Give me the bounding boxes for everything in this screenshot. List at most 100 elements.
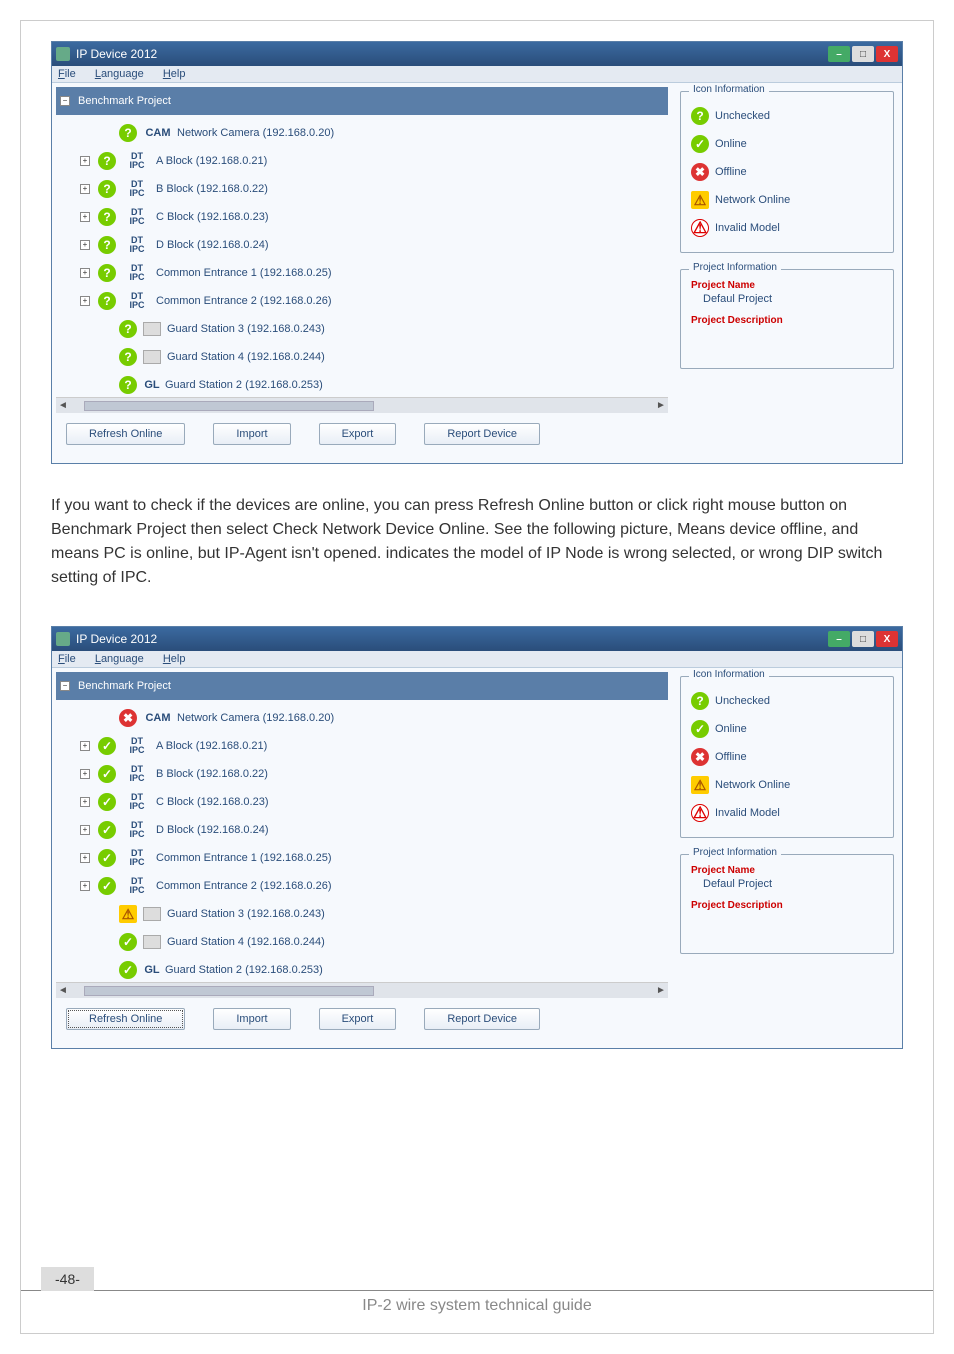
expand-icon[interactable]: + [80, 240, 90, 250]
expand-icon[interactable]: + [80, 296, 90, 306]
legend-label: Invalid Model [715, 222, 780, 234]
network-online-icon: ⚠ [691, 191, 709, 209]
import-button[interactable]: Import [213, 1008, 290, 1030]
tree-row[interactable]: +?DTIPCA Block (192.168.0.21) [56, 147, 668, 175]
expand-icon[interactable]: + [80, 769, 90, 779]
tree-row[interactable]: ?Guard Station 3 (192.168.0.243) [56, 315, 668, 343]
tree-row[interactable]: +✓DTIPCB Block (192.168.0.22) [56, 760, 668, 788]
device-type-badge: DTIPC [122, 236, 152, 254]
titlebar[interactable]: IP Device 2012 – □ X [52, 42, 902, 66]
status-icon: ✓ [119, 961, 137, 979]
status-icon: ✖ [119, 709, 137, 727]
device-type-badge: DTIPC [122, 152, 152, 170]
refresh-online-button[interactable]: Refresh Online [66, 423, 185, 445]
expand-icon[interactable]: + [80, 853, 90, 863]
device-label: Network Camera (192.168.0.20) [177, 712, 334, 724]
expand-icon[interactable]: + [80, 741, 90, 751]
horizontal-scrollbar[interactable]: ◄ ► [56, 982, 668, 998]
status-icon: ⚠ [119, 905, 137, 923]
offline-icon: ✖ [691, 748, 709, 766]
expand-icon[interactable]: + [80, 212, 90, 222]
legend-label: Offline [715, 751, 747, 763]
tree-root[interactable]: − Benchmark Project [56, 87, 668, 115]
device-type-badge: DTIPC [122, 821, 152, 839]
report-device-button[interactable]: Report Device [424, 423, 540, 445]
status-icon: ? [119, 376, 137, 394]
menu-help[interactable]: Help [163, 653, 186, 665]
tree-row[interactable]: ⚠Guard Station 3 (192.168.0.243) [56, 900, 668, 928]
menu-file[interactable]: File [58, 653, 76, 665]
tree-row[interactable]: +?DTIPCCommon Entrance 2 (192.168.0.26) [56, 287, 668, 315]
scroll-thumb[interactable] [84, 401, 374, 411]
maximize-button[interactable]: □ [852, 631, 874, 647]
tree-row[interactable]: +✓DTIPCA Block (192.168.0.21) [56, 732, 668, 760]
legend-online: ✓ Online [691, 130, 883, 158]
scroll-right-arrow[interactable]: ► [654, 985, 668, 996]
status-icon: ? [98, 292, 116, 310]
device-label: Common Entrance 1 (192.168.0.25) [156, 852, 332, 864]
tree-row[interactable]: ✖CAMNetwork Camera (192.168.0.20) [56, 704, 668, 732]
scroll-right-arrow[interactable]: ► [654, 400, 668, 411]
tree-row[interactable]: +?DTIPCD Block (192.168.0.24) [56, 231, 668, 259]
expand-icon[interactable]: + [80, 797, 90, 807]
tree-row[interactable]: +✓DTIPCCommon Entrance 2 (192.168.0.26) [56, 872, 668, 900]
minimize-button[interactable]: – [828, 631, 850, 647]
legend-label: Online [715, 723, 747, 735]
tree-row[interactable]: ✓Guard Station 4 (192.168.0.244) [56, 928, 668, 956]
tree-row[interactable]: +?DTIPCB Block (192.168.0.22) [56, 175, 668, 203]
device-label: B Block (192.168.0.22) [156, 768, 268, 780]
project-info-title: Project Information [689, 847, 781, 858]
scroll-left-arrow[interactable]: ◄ [56, 400, 70, 411]
expand-icon[interactable]: + [80, 184, 90, 194]
tree-row[interactable]: +✓DTIPCCommon Entrance 1 (192.168.0.25) [56, 844, 668, 872]
tree-row[interactable]: ?Guard Station 4 (192.168.0.244) [56, 343, 668, 371]
menu-help[interactable]: Help [163, 68, 186, 80]
tree-row[interactable]: ?CAMNetwork Camera (192.168.0.20) [56, 119, 668, 147]
tree-row[interactable]: ?GLGuard Station 2 (192.168.0.253) [56, 371, 668, 397]
expand-icon[interactable]: + [80, 156, 90, 166]
root-label: Benchmark Project [78, 95, 171, 107]
refresh-online-button[interactable]: Refresh Online [66, 1008, 185, 1030]
menubar: File Language Help [52, 66, 902, 83]
monitor-icon [143, 350, 161, 364]
menu-file[interactable]: File [58, 68, 76, 80]
device-type-badge: DTIPC [122, 264, 152, 282]
report-device-button[interactable]: Report Device [424, 1008, 540, 1030]
menu-language[interactable]: Language [95, 68, 144, 80]
export-button[interactable]: Export [319, 1008, 397, 1030]
status-icon: ? [98, 236, 116, 254]
tree-row[interactable]: +✓DTIPCC Block (192.168.0.23) [56, 788, 668, 816]
menu-language[interactable]: Language [95, 653, 144, 665]
project-info-group: Project Information Project Name Defaul … [680, 269, 894, 369]
online-icon: ✓ [691, 720, 709, 738]
device-label: Common Entrance 2 (192.168.0.26) [156, 295, 332, 307]
expand-icon[interactable]: + [80, 268, 90, 278]
tree-row[interactable]: +?DTIPCCommon Entrance 1 (192.168.0.25) [56, 259, 668, 287]
scroll-left-arrow[interactable]: ◄ [56, 985, 70, 996]
minimize-button[interactable]: – [828, 46, 850, 62]
titlebar[interactable]: IP Device 2012 – □ X [52, 627, 902, 651]
expand-icon[interactable]: + [80, 881, 90, 891]
legend-network-online: ⚠ Network Online [691, 186, 883, 214]
tree-root[interactable]: − Benchmark Project [56, 672, 668, 700]
collapse-icon[interactable]: − [60, 96, 70, 106]
device-type-badge: CAM [143, 129, 173, 138]
device-label: Guard Station 3 (192.168.0.243) [167, 323, 325, 335]
status-icon: ? [98, 264, 116, 282]
legend-label: Online [715, 138, 747, 150]
tree-row[interactable]: +✓DTIPCD Block (192.168.0.24) [56, 816, 668, 844]
tree-row[interactable]: +?DTIPCC Block (192.168.0.23) [56, 203, 668, 231]
scroll-thumb[interactable] [84, 986, 374, 996]
import-button[interactable]: Import [213, 423, 290, 445]
expand-icon[interactable]: + [80, 825, 90, 835]
device-type-badge: GL [143, 966, 161, 975]
close-button[interactable]: X [876, 46, 898, 62]
close-button[interactable]: X [876, 631, 898, 647]
legend-offline: ✖ Offline [691, 743, 883, 771]
device-type-badge: DTIPC [122, 877, 152, 895]
maximize-button[interactable]: □ [852, 46, 874, 62]
collapse-icon[interactable]: − [60, 681, 70, 691]
export-button[interactable]: Export [319, 423, 397, 445]
horizontal-scrollbar[interactable]: ◄ ► [56, 397, 668, 413]
tree-row[interactable]: ✓GLGuard Station 2 (192.168.0.253) [56, 956, 668, 982]
